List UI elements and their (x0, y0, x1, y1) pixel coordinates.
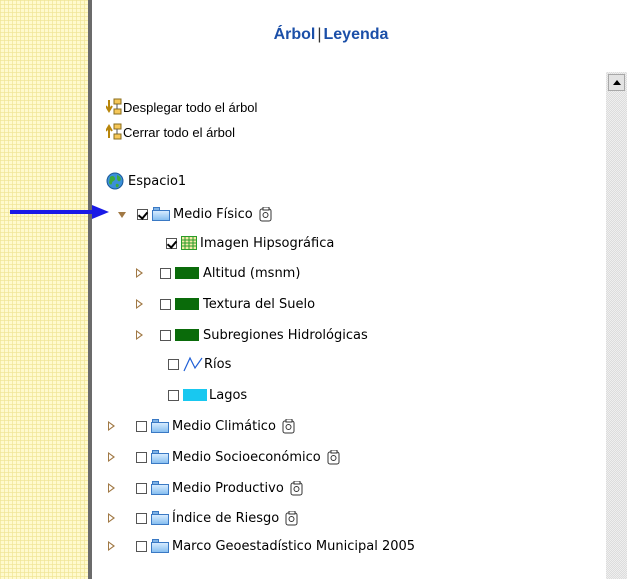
color-swatch (175, 267, 199, 279)
expand-toggle[interactable] (136, 330, 160, 340)
collapsed-triangle-icon (136, 299, 143, 309)
collapsed-triangle-icon (136, 330, 143, 340)
layer-checkbox[interactable] (160, 329, 171, 341)
line-icon (183, 356, 203, 372)
layer-label: Lagos (209, 387, 248, 403)
collapse-toggle[interactable] (117, 209, 137, 219)
layer-imagen-hipsografica[interactable]: Imagen Hipsográfica (166, 233, 334, 253)
folder-icon (152, 207, 170, 221)
expand-toggle[interactable] (136, 299, 160, 309)
expand-toggle[interactable] (108, 541, 136, 551)
pointer-arrow (10, 205, 109, 219)
layer-label: Subregiones Hidrológicas (203, 327, 368, 343)
expand-tree-icon (106, 98, 122, 115)
tree-node-medio-fisico[interactable]: Medio Físico (117, 204, 273, 224)
collapsed-triangle-icon (108, 421, 115, 431)
layer-checkbox[interactable] (160, 267, 171, 279)
tab-separator: | (317, 26, 322, 43)
expand-toggle[interactable] (108, 452, 136, 462)
layer-checkbox[interactable] (168, 389, 179, 401)
expand-toggle[interactable] (108, 513, 136, 523)
tree-node-label: Marco Geoestadístico Municipal 2005 (172, 538, 416, 554)
tree-node-label: Medio Socioeconómico (172, 449, 321, 465)
tab-header: Árbol | Leyenda (92, 26, 570, 44)
expanded-triangle-icon (118, 212, 126, 218)
collapsed-triangle-icon (108, 452, 115, 462)
layer-checkbox[interactable] (136, 451, 147, 463)
layer-label: Ríos (204, 356, 232, 372)
layer-textura-suelo[interactable]: Textura del Suelo (136, 294, 315, 314)
layer-altitud[interactable]: Altitud (msnm) (136, 263, 300, 283)
info-icon[interactable] (259, 206, 273, 222)
tree-node-medio-climatico[interactable]: Medio Climático (108, 416, 296, 436)
vertical-scrollbar[interactable] (606, 72, 627, 579)
layer-checkbox[interactable] (168, 358, 179, 370)
layer-subregiones[interactable]: Subregiones Hidrológicas (136, 325, 368, 345)
tree-node-marco-geoestadistico[interactable]: Marco Geoestadístico Municipal 2005 (108, 536, 415, 556)
folder-icon (151, 539, 169, 553)
color-swatch (175, 329, 199, 341)
tree-node-label: Índice de Riesgo (172, 510, 280, 526)
left-panel-background (0, 0, 88, 579)
collapse-tree-icon (106, 123, 122, 140)
expand-toggle[interactable] (136, 268, 160, 278)
layer-checkbox[interactable] (136, 420, 147, 432)
layer-checkbox[interactable] (136, 540, 147, 552)
layer-lagos[interactable]: Lagos (168, 385, 247, 405)
layer-checkbox[interactable] (137, 208, 148, 220)
collapsed-triangle-icon (136, 268, 143, 278)
info-icon[interactable] (290, 480, 304, 496)
tree-node-indice-riesgo[interactable]: Índice de Riesgo (108, 508, 299, 528)
panel-divider[interactable] (88, 0, 92, 579)
folder-icon (151, 419, 169, 433)
expand-toggle[interactable] (108, 421, 136, 431)
collapse-all-action[interactable]: Cerrar todo el árbol (106, 123, 235, 141)
expand-all-label: Desplegar todo el árbol (123, 99, 258, 115)
expand-all-action[interactable]: Desplegar todo el árbol (106, 98, 257, 116)
layer-label: Altitud (msnm) (203, 265, 301, 281)
info-icon[interactable] (282, 418, 296, 434)
layer-label: Imagen Hipsográfica (200, 235, 335, 251)
color-swatch (183, 389, 207, 401)
tree-node-label: Medio Climático (172, 418, 276, 434)
tab-leyenda[interactable]: Leyenda (324, 26, 389, 43)
collapse-all-label: Cerrar todo el árbol (123, 124, 235, 140)
globe-icon (106, 172, 124, 190)
layer-rios[interactable]: Ríos (168, 354, 231, 374)
scroll-up-button[interactable] (608, 74, 625, 91)
collapsed-triangle-icon (108, 541, 115, 551)
folder-icon (151, 481, 169, 495)
grid-icon (181, 236, 197, 250)
tree-node-label: Medio Productivo (172, 480, 284, 496)
tree-node-label: Medio Físico (173, 206, 253, 222)
collapsed-triangle-icon (108, 483, 115, 493)
layer-checkbox[interactable] (160, 298, 171, 310)
layer-checkbox[interactable] (136, 512, 147, 524)
info-icon[interactable] (285, 510, 299, 526)
tree-node-medio-socioeconomico[interactable]: Medio Socioeconómico (108, 447, 341, 467)
tree-root[interactable]: Espacio1 (106, 171, 186, 191)
tree-root-label: Espacio1 (128, 173, 187, 189)
layer-checkbox[interactable] (136, 482, 147, 494)
collapsed-triangle-icon (108, 513, 115, 523)
layer-label: Textura del Suelo (203, 296, 316, 312)
info-icon[interactable] (327, 449, 341, 465)
color-swatch (175, 298, 199, 310)
layer-checkbox[interactable] (166, 237, 177, 249)
tree-node-medio-productivo[interactable]: Medio Productivo (108, 478, 304, 498)
tab-arbol[interactable]: Árbol (274, 26, 316, 43)
expand-toggle[interactable] (108, 483, 136, 493)
folder-icon (151, 511, 169, 525)
folder-icon (151, 450, 169, 464)
